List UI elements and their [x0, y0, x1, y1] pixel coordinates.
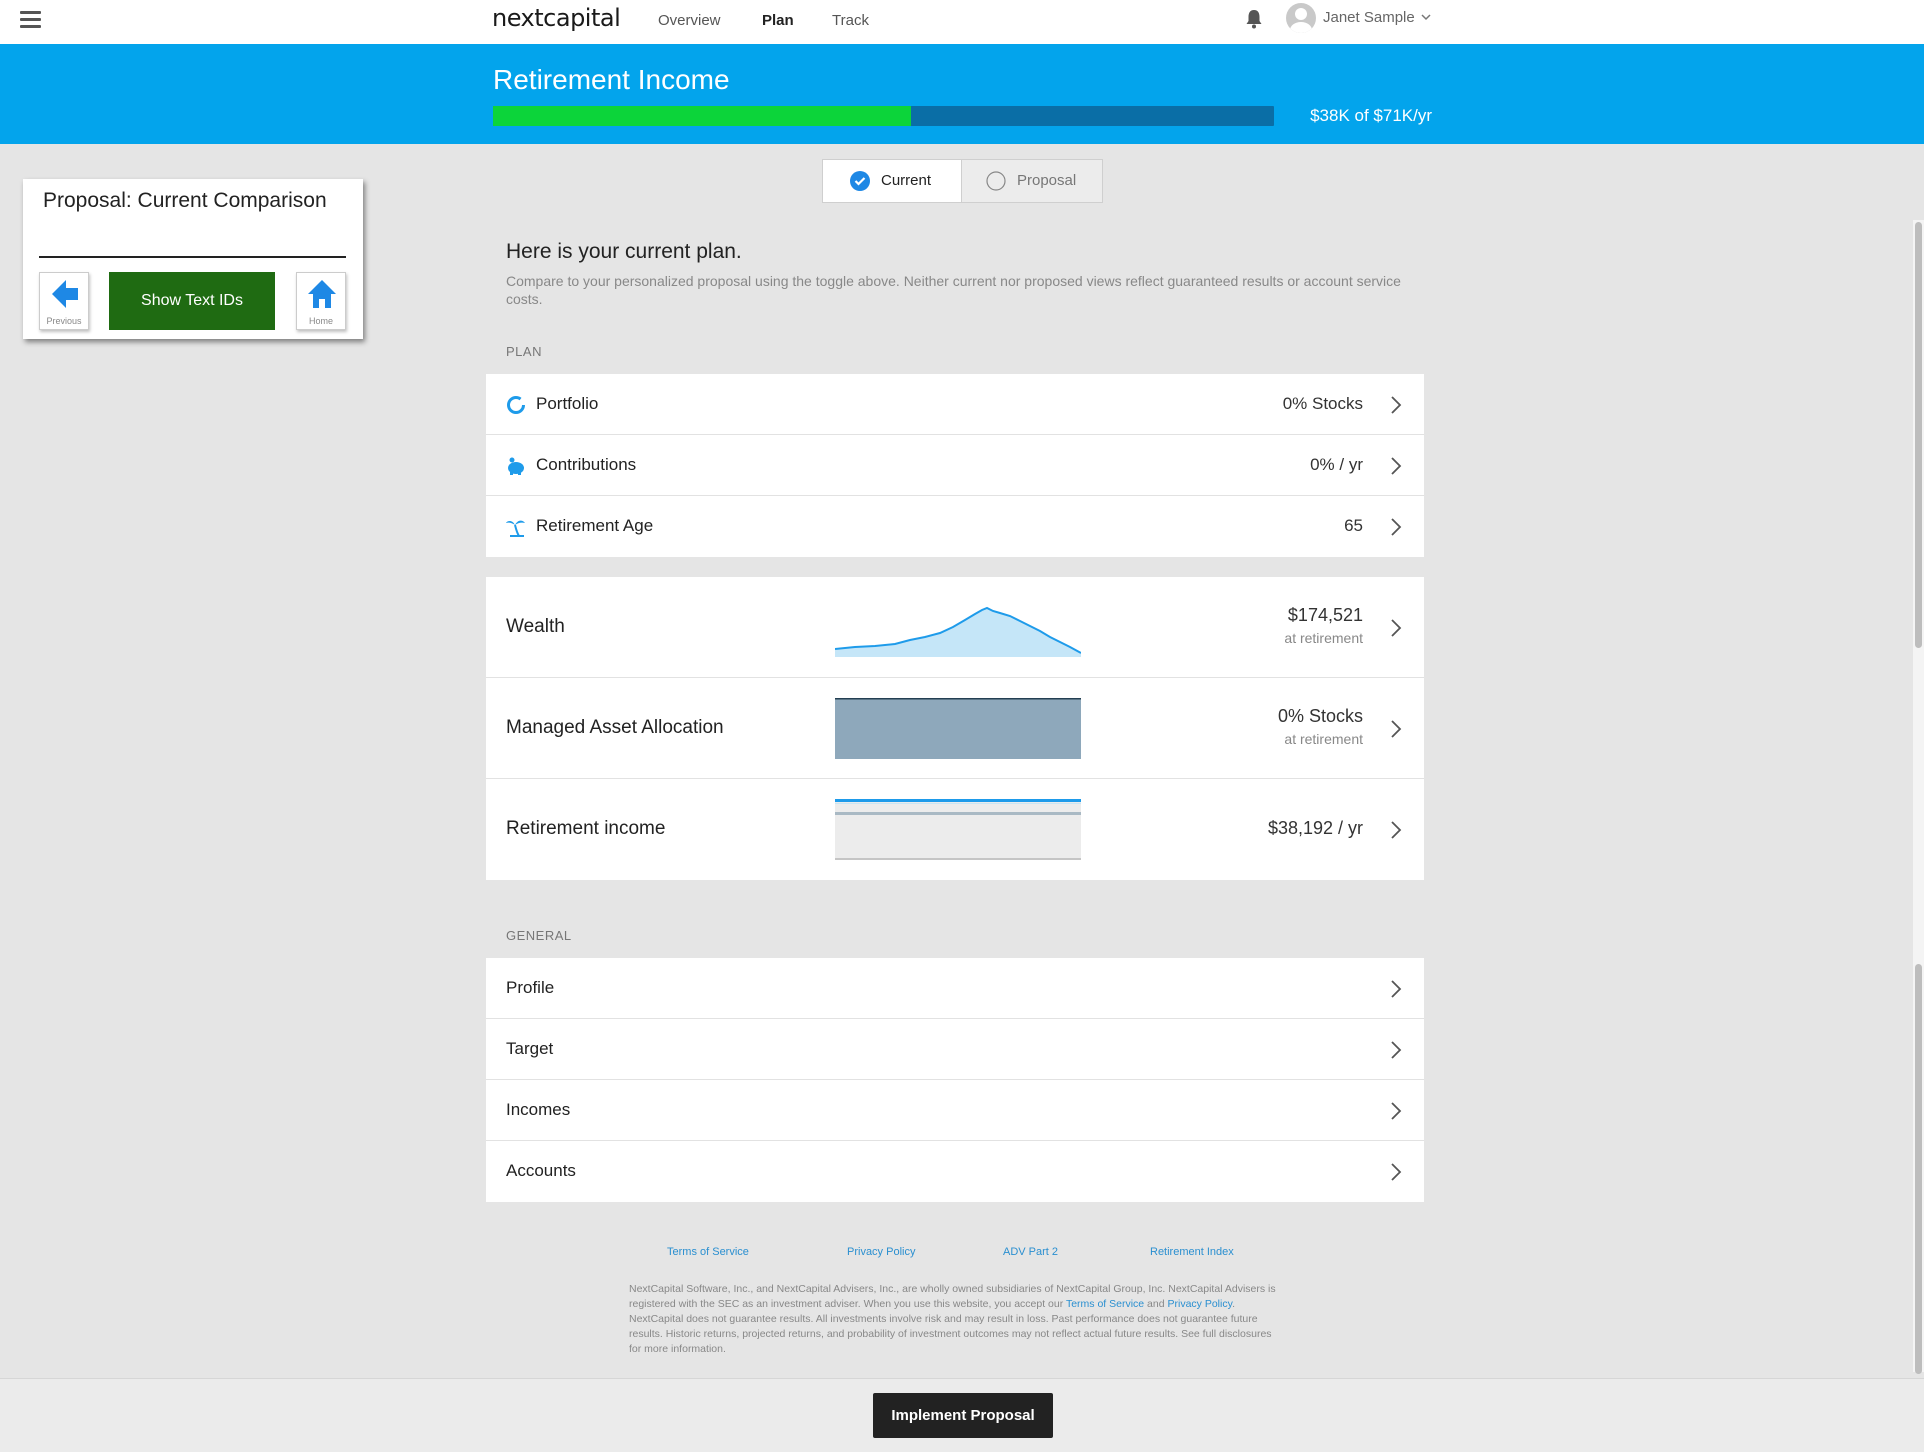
page-title: Retirement Income [493, 64, 730, 95]
row-value: 0% / yr [1310, 455, 1363, 474]
portfolio-ring-icon [507, 396, 525, 414]
row-label: Managed Asset Allocation [506, 717, 724, 738]
toggle-proposal[interactable]: Proposal [962, 160, 1102, 202]
general-row-profile[interactable]: Profile [486, 958, 1424, 1019]
tour-overlay-panel: Proposal: Current Comparison Previous Sh… [23, 179, 363, 339]
scrollbar-thumb[interactable] [1915, 222, 1922, 648]
row-value: $174,521 [1287, 605, 1363, 625]
plan-description: Compare to your personalized proposal us… [506, 273, 1401, 307]
row-label: Contributions [536, 455, 637, 474]
toggle-current[interactable]: Current [823, 160, 962, 202]
nav-overview[interactable]: Overview [658, 12, 721, 29]
chevron-right-icon [1391, 980, 1402, 998]
previous-label: Previous [46, 316, 82, 326]
palm-tree-icon [506, 520, 525, 537]
nav-track[interactable]: Track [832, 12, 869, 29]
plan-heading: Here is your current plan. [506, 240, 742, 263]
general-row-incomes[interactable]: Incomes [486, 1080, 1424, 1141]
toggle-proposal-label: Proposal [1017, 172, 1077, 189]
implement-proposal-button[interactable]: Implement Proposal [873, 1393, 1053, 1438]
plan-card: Portfolio 0% Stocks Contributions 0% / y… [486, 374, 1424, 557]
user-name[interactable]: Janet Sample [1323, 9, 1415, 26]
summary-row-wealth[interactable]: Wealth $174,521 at retirement [486, 577, 1424, 678]
disclaimer-terms-link[interactable]: Terms of Service [1066, 1298, 1144, 1310]
chevron-down-icon[interactable] [1420, 11, 1432, 23]
row-label: Incomes [506, 1100, 571, 1119]
bottom-action-bar: Implement Proposal [0, 1378, 1924, 1452]
retirement-income-chart [835, 799, 1081, 860]
previous-button[interactable]: Previous [39, 272, 89, 330]
row-value: 0% Stocks [1282, 394, 1363, 413]
row-label: Accounts [506, 1161, 576, 1180]
chevron-right-icon [1391, 1102, 1402, 1120]
row-subtext: at retirement [1284, 630, 1363, 646]
overlay-divider [39, 256, 346, 258]
income-progress-fill [493, 106, 911, 126]
plan-row-portfolio[interactable]: Portfolio 0% Stocks [486, 374, 1424, 435]
home-label: Home [308, 316, 333, 326]
row-label: Target [506, 1039, 554, 1058]
row-label: Wealth [506, 616, 565, 637]
piggy-bank-icon [508, 457, 524, 475]
chevron-right-icon [1391, 1041, 1402, 1059]
general-row-accounts[interactable]: Accounts [486, 1141, 1424, 1202]
show-text-ids-button[interactable]: Show Text IDs [109, 272, 275, 330]
top-navigation-bar: nextcapital Overview Plan Track Janet Sa… [0, 0, 1924, 44]
chevron-right-icon [1391, 518, 1402, 536]
home-icon [308, 280, 336, 308]
footer-link-terms[interactable]: Terms of Service [667, 1246, 749, 1258]
home-button[interactable]: Home [296, 272, 346, 330]
chevron-right-icon [1391, 396, 1402, 414]
row-value: $38,192 / yr [1267, 818, 1363, 838]
disclaimer-privacy-link[interactable]: Privacy Policy [1168, 1298, 1233, 1310]
row-value: 0% Stocks [1277, 706, 1363, 726]
chevron-right-icon [1391, 821, 1402, 839]
row-label: Portfolio [536, 394, 599, 413]
scrollbar-thumb-secondary[interactable] [1915, 964, 1922, 1374]
legal-disclaimer: NextCapital Software, Inc., and NextCapi… [629, 1282, 1279, 1357]
income-progress-bar [493, 106, 1274, 126]
footer-link-privacy[interactable]: Privacy Policy [847, 1246, 915, 1258]
wealth-sparkline [835, 606, 1081, 657]
overlay-title: Proposal: Current Comparison [43, 189, 327, 212]
radio-empty-icon [986, 171, 1006, 191]
disclaimer-text: and [1144, 1298, 1168, 1310]
row-value: 65 [1344, 516, 1363, 535]
logo[interactable]: nextcapital [492, 4, 621, 32]
chevron-right-icon [1391, 1163, 1402, 1181]
row-label: Profile [506, 978, 555, 997]
arrow-left-icon [52, 280, 78, 308]
row-label: Retirement income [506, 818, 666, 839]
chevron-right-icon [1391, 457, 1402, 475]
menu-icon[interactable] [20, 11, 41, 29]
chevron-right-icon [1391, 720, 1402, 738]
summary-row-asset-allocation[interactable]: Managed Asset Allocation 0% Stocks at re… [486, 678, 1424, 779]
summary-row-retirement-income[interactable]: Retirement income $38,192 / yr [486, 779, 1424, 880]
nav-plan[interactable]: Plan [762, 12, 794, 29]
plan-row-retirement-age[interactable]: Retirement Age 65 [486, 496, 1424, 557]
footer-link-adv[interactable]: ADV Part 2 [1003, 1246, 1058, 1258]
allocation-chart [835, 698, 1081, 759]
row-subtext: at retirement [1284, 731, 1363, 747]
general-card: Profile Target Incomes Accounts [486, 958, 1424, 1202]
footer-link-retirement-index[interactable]: Retirement Index [1150, 1246, 1234, 1258]
row-label: Retirement Age [536, 516, 654, 535]
chevron-right-icon [1391, 619, 1402, 637]
income-progress-label: $38K of $71K/yr [1310, 106, 1432, 125]
toggle-current-label: Current [881, 172, 932, 189]
summary-card: Wealth $174,521 at retirement Managed As… [486, 577, 1424, 880]
retirement-income-banner: Retirement Income $38K of $71K/yr [0, 44, 1924, 144]
check-circle-icon [850, 171, 870, 191]
general-row-target[interactable]: Target [486, 1019, 1424, 1080]
current-proposal-toggle: Current Proposal [822, 159, 1103, 203]
notification-bell-icon[interactable] [1245, 9, 1263, 29]
avatar[interactable] [1286, 3, 1316, 33]
plan-row-contributions[interactable]: Contributions 0% / yr [486, 435, 1424, 496]
plan-section-label: PLAN [506, 344, 542, 359]
general-section-label: GENERAL [506, 928, 572, 943]
